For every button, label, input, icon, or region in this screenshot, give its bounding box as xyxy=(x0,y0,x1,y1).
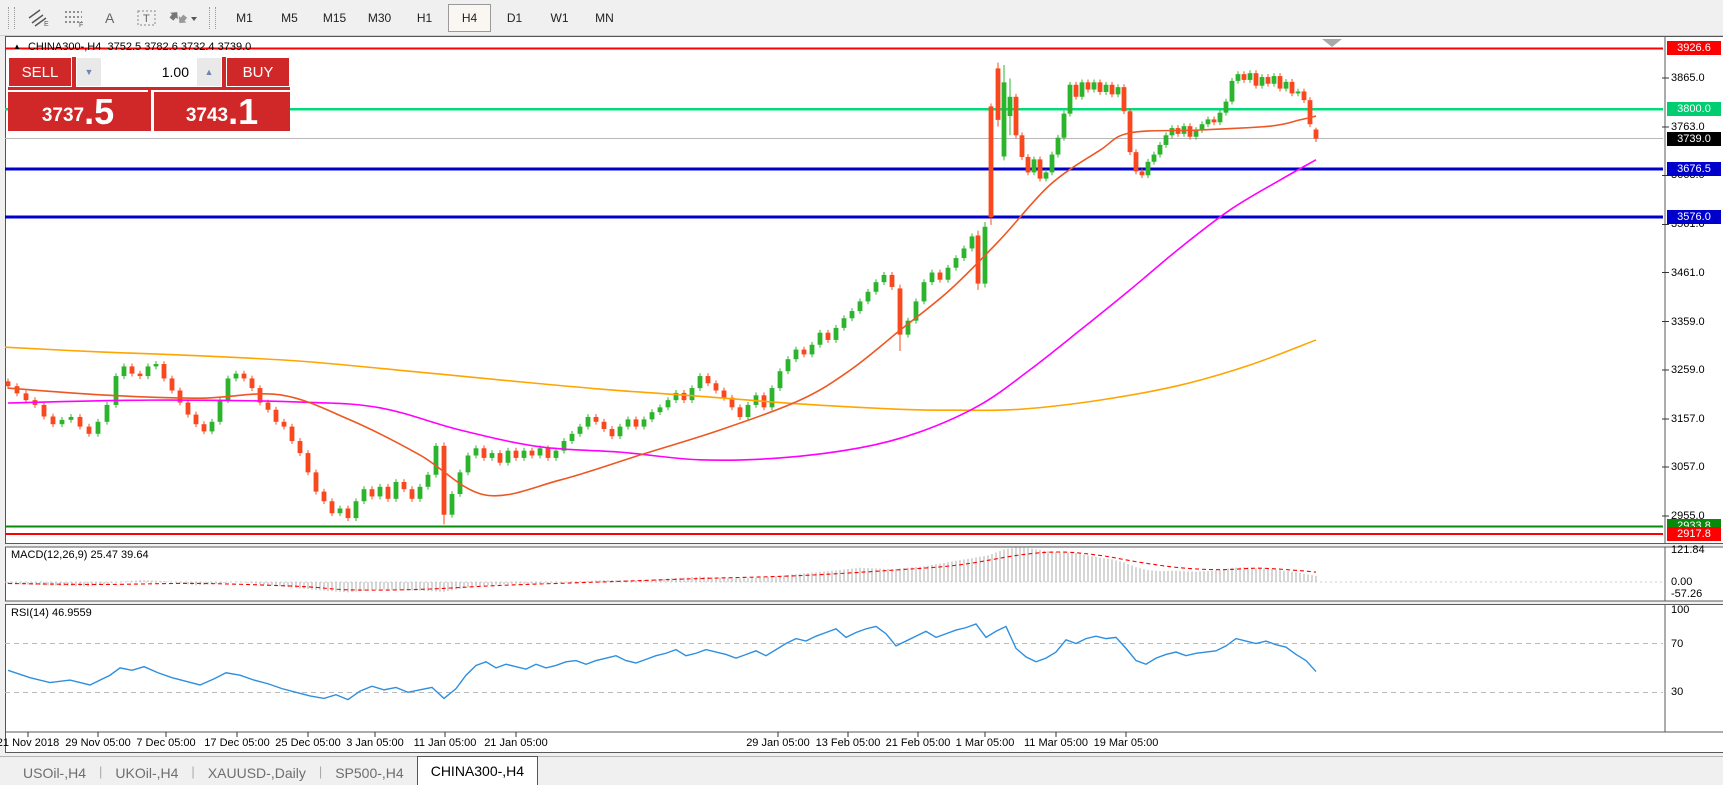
time-axis-label: 29 Nov 05:00 xyxy=(65,737,130,749)
time-axis-label: 13 Feb 05:00 xyxy=(816,737,881,749)
level-price-badge: 3800.0 xyxy=(1667,102,1721,116)
mt4-window: E F A T M1M5M15M30H1H4D1W1MN ▲ CHINA300-,H4… xyxy=(0,0,1723,785)
time-axis-label: 21 Nov 2018 xyxy=(0,737,59,749)
svg-text:A: A xyxy=(105,10,115,26)
price-tick-label: 3157.0 xyxy=(1671,413,1705,425)
price-tick-label: 3865.0 xyxy=(1671,72,1705,84)
timeframe-button-w1[interactable]: W1 xyxy=(538,4,581,32)
time-axis-label: 7 Dec 05:00 xyxy=(136,737,195,749)
chart-window xyxy=(5,36,1723,753)
time-axis-label: 11 Jan 05:00 xyxy=(414,737,477,749)
time-axis-label: 21 Jan 05:00 xyxy=(484,737,548,749)
text-tool[interactable]: A xyxy=(93,4,129,31)
drawing-tools-group: EFAT xyxy=(21,4,201,31)
svg-text:T: T xyxy=(143,13,150,25)
buy-price-main: 3743 xyxy=(186,103,228,129)
level-price-badge: 2917.8 xyxy=(1667,527,1721,541)
time-axis-label: 21 Feb 05:00 xyxy=(886,737,951,749)
volume-stepper: ▼ 1.00 ▲ xyxy=(76,57,222,87)
chart-header: ▲ CHINA300-,H4 3752.5 3782.6 3732.4 3739… xyxy=(13,41,251,55)
price-tick-label: 3461.0 xyxy=(1671,267,1705,279)
time-axis-label: 3 Jan 05:00 xyxy=(346,737,404,749)
timeframe-button-d1[interactable]: D1 xyxy=(493,4,536,32)
toolbar-drag-handle[interactable] xyxy=(8,7,15,29)
time-axis-label: 17 Dec 05:00 xyxy=(204,737,269,749)
symbol-tab-sp500-h4[interactable]: SP500-,H4 xyxy=(322,761,416,785)
timeframe-button-mn[interactable]: MN xyxy=(583,4,626,32)
buy-price[interactable]: 3743.1 xyxy=(151,90,290,131)
rsi-scale-label: 70 xyxy=(1671,638,1683,650)
buy-price-frac: .1 xyxy=(228,95,258,129)
timeframe-group: M1M5M15M30H1H4D1W1MN xyxy=(222,4,627,32)
sell-price[interactable]: 3737.5 xyxy=(8,90,148,131)
sell-price-frac: .5 xyxy=(84,95,114,129)
collapse-arrow-icon[interactable]: ▲ xyxy=(13,42,21,51)
symbol-tab-usoil-h4[interactable]: USOil-,H4 xyxy=(10,761,99,785)
level-price-badge: 3676.5 xyxy=(1667,162,1721,176)
current-price-badge: 3739.0 xyxy=(1667,132,1721,146)
one-click-trading-panel: SELL ▼ 1.00 ▲ BUY 3737.5 3743.1 xyxy=(8,57,290,131)
time-axis-label: 29 Jan 05:00 xyxy=(746,737,810,749)
price-tick-label: 3359.0 xyxy=(1671,316,1705,328)
symbol-title: CHINA300-,H4 xyxy=(28,41,101,53)
macd-scale-label: 121.84 xyxy=(1671,544,1705,556)
volume-increase-button[interactable]: ▲ xyxy=(197,58,221,86)
macd-label: MACD(12,26,9) 25.47 39.64 xyxy=(11,549,149,561)
textbox-tool[interactable]: T xyxy=(129,4,165,31)
time-axis-label: 1 Mar 05:00 xyxy=(956,737,1015,749)
timeframe-button-m5[interactable]: M5 xyxy=(268,4,311,32)
rsi-scale-label: 100 xyxy=(1671,604,1689,616)
equidistant-channel-tool[interactable]: E xyxy=(21,4,57,31)
symbol-tab-xauusd-daily[interactable]: XAUUSD-,Daily xyxy=(195,761,319,785)
symbol-tab-ukoil-h4[interactable]: UKOil-,H4 xyxy=(102,761,191,785)
timeframe-button-m15[interactable]: M15 xyxy=(313,4,356,32)
rsi-scale-label: 30 xyxy=(1671,686,1683,698)
volume-value[interactable]: 1.00 xyxy=(101,58,197,86)
price-tick-label: 3259.0 xyxy=(1671,364,1705,376)
sell-button[interactable]: SELL xyxy=(8,57,72,87)
svg-text:F: F xyxy=(79,22,83,27)
quote-close: 3739.0 xyxy=(218,41,252,53)
symbol-tab-china300-h4[interactable]: CHINA300-,H4 xyxy=(417,756,538,785)
timeframe-drag-handle[interactable] xyxy=(209,7,216,29)
quote-open: 3752.5 xyxy=(107,41,141,53)
arrows-tool[interactable] xyxy=(165,4,201,31)
toolbar: E F A T M1M5M15M30H1H4D1W1MN xyxy=(0,0,1723,36)
fibonacci-tool[interactable]: F xyxy=(57,4,93,31)
svg-text:E: E xyxy=(44,21,49,27)
price-tick-label: 3057.0 xyxy=(1671,461,1705,473)
time-axis-label: 25 Dec 05:00 xyxy=(275,737,340,749)
timeframe-button-m1[interactable]: M1 xyxy=(223,4,266,32)
level-price-badge: 3926.6 xyxy=(1667,41,1721,55)
quote-high: 3782.6 xyxy=(144,41,178,53)
quote-low: 3732.4 xyxy=(181,41,215,53)
level-price-badge: 3576.0 xyxy=(1667,210,1721,224)
sell-price-main: 3737 xyxy=(42,103,84,129)
macd-scale-label: -57.26 xyxy=(1671,588,1702,600)
symbol-tab-bar: USOil-,H4|UKOil-,H4|XAUUSD-,Daily|SP500-… xyxy=(0,756,1723,785)
buy-button[interactable]: BUY xyxy=(226,57,290,87)
time-axis-label: 19 Mar 05:00 xyxy=(1094,737,1159,749)
time-axis-label: 11 Mar 05:00 xyxy=(1024,737,1088,749)
volume-decrease-button[interactable]: ▼ xyxy=(77,58,101,86)
macd-scale-label: 0.00 xyxy=(1671,576,1692,588)
rsi-label: RSI(14) 46.9559 xyxy=(11,607,92,619)
timeframe-button-m30[interactable]: M30 xyxy=(358,4,401,32)
timeframe-button-h1[interactable]: H1 xyxy=(403,4,446,32)
timeframe-button-h4[interactable]: H4 xyxy=(448,4,491,32)
